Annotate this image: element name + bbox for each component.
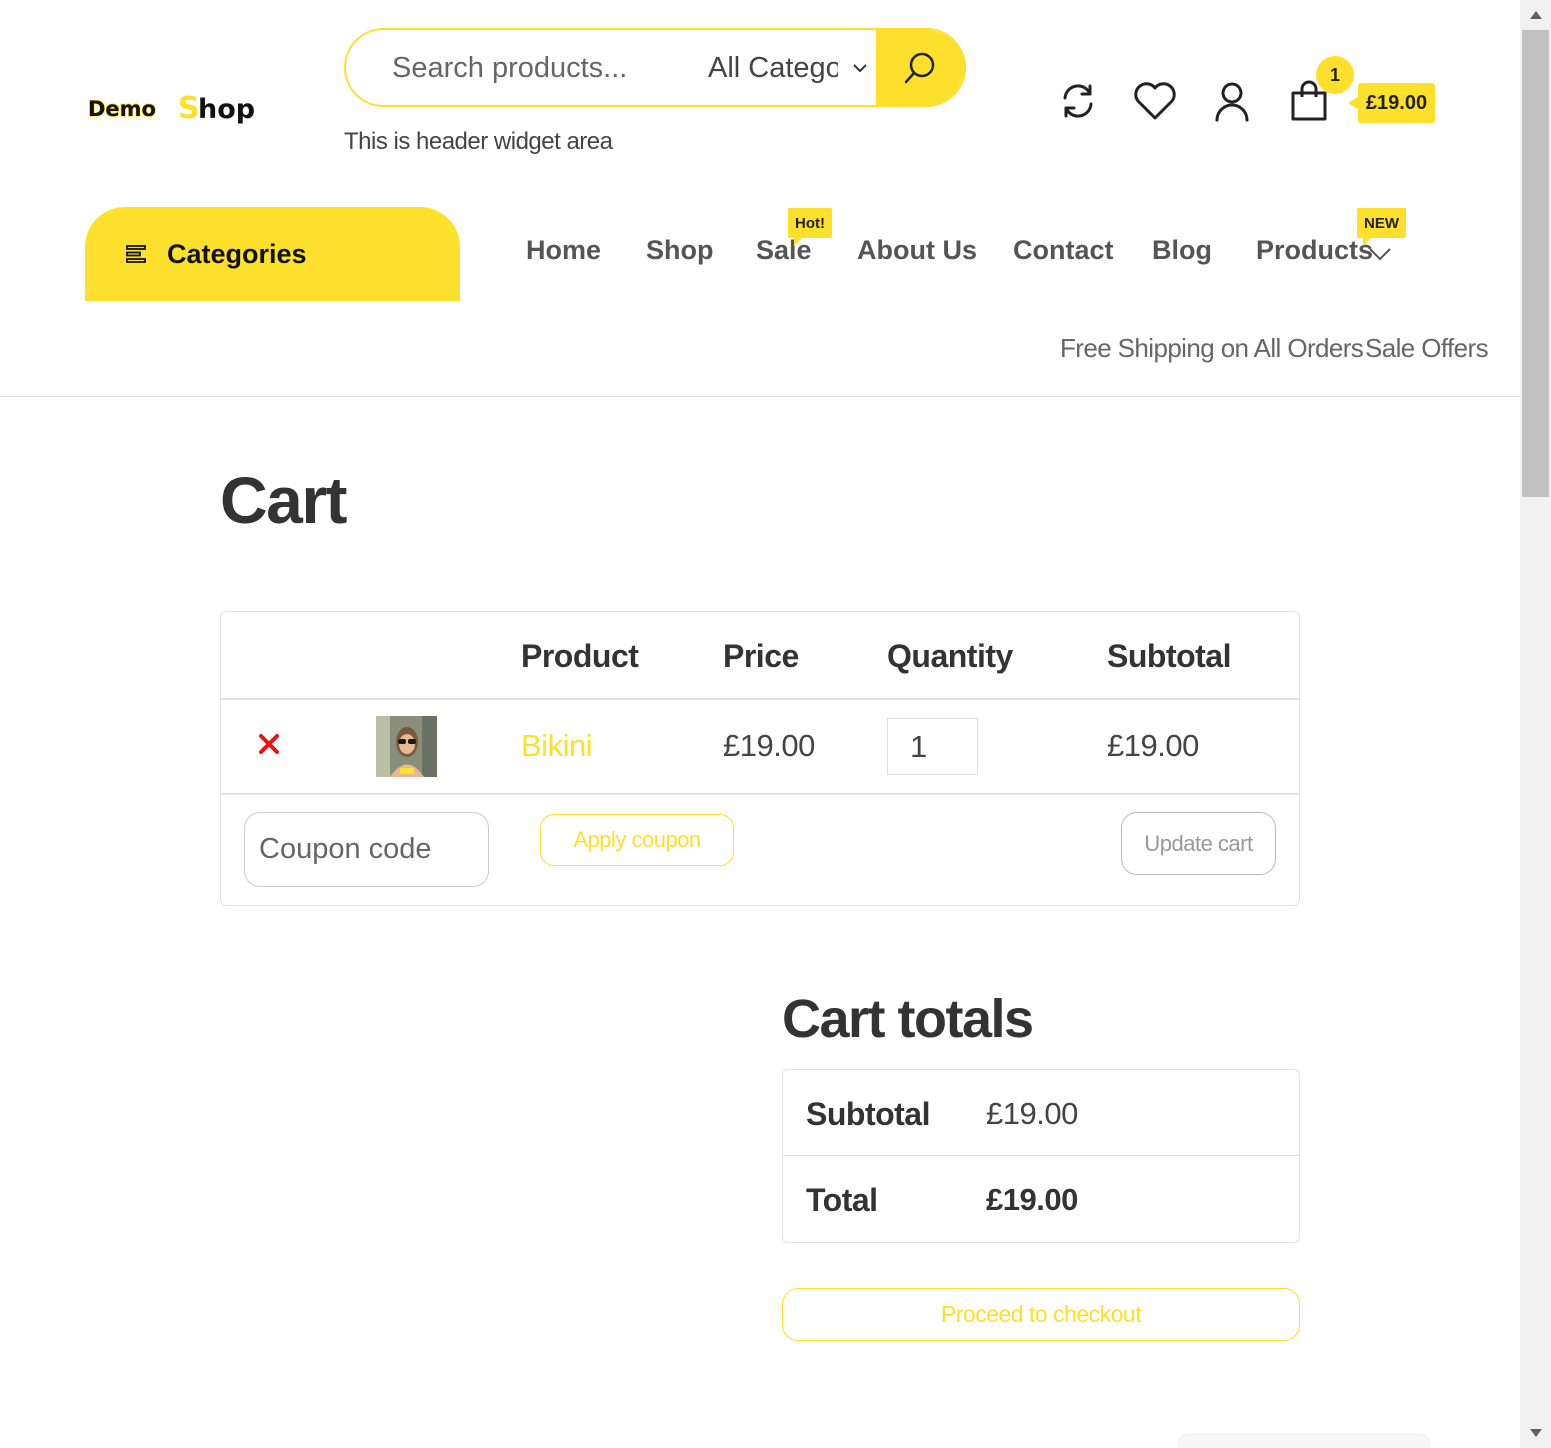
bottom-partial-element xyxy=(1178,1434,1430,1448)
nav-about-us[interactable]: About Us xyxy=(857,235,977,266)
logo-graphic: Demo S hop xyxy=(88,91,255,126)
product-subtotal: £19.00 xyxy=(1107,728,1199,763)
arrow-down-icon xyxy=(1529,1429,1542,1437)
apply-coupon-button[interactable]: Apply coupon xyxy=(540,814,734,866)
nav-sale[interactable]: Sale xyxy=(756,235,812,266)
top-link-free-shipping[interactable]: Free Shipping on All Orders xyxy=(1060,333,1364,364)
search-button[interactable] xyxy=(876,30,964,105)
cart-table: Product Price Quantity Subtotal Bikini £… xyxy=(220,611,1300,906)
nav-contact[interactable]: Contact xyxy=(1013,235,1114,266)
subtotal-value: £19.00 xyxy=(986,1096,1078,1131)
cart-totals-table: Subtotal £19.00 Total £19.00 xyxy=(782,1069,1300,1243)
scrollbar-thumb[interactable] xyxy=(1522,30,1549,497)
page: Demo S hop All Categories This is header… xyxy=(0,0,1520,1448)
account-button[interactable] xyxy=(1207,76,1257,126)
category-select[interactable]: All Categories xyxy=(708,48,878,88)
update-cart-button[interactable]: Update cart xyxy=(1121,812,1276,875)
categories-label: Categories xyxy=(167,238,307,269)
total-label: Total xyxy=(806,1182,878,1218)
table-divider xyxy=(221,793,1299,795)
coupon-code-input[interactable] xyxy=(244,812,489,887)
column-header-product: Product xyxy=(521,638,639,674)
nav-shop[interactable]: Shop xyxy=(646,235,714,266)
chevron-down-icon xyxy=(853,64,867,73)
column-header-price: Price xyxy=(723,638,799,674)
search-bar: All Categories xyxy=(344,28,966,107)
categories-button[interactable]: Categories xyxy=(85,207,460,301)
svg-text:S: S xyxy=(178,91,200,126)
compare-button[interactable] xyxy=(1053,76,1103,126)
heart-icon xyxy=(1134,82,1176,120)
cart-total-badge[interactable]: £19.00 xyxy=(1348,83,1435,123)
cart-totals-title: Cart totals xyxy=(782,989,1034,1049)
page-title: Cart xyxy=(220,463,348,537)
menu-icon xyxy=(126,245,146,263)
nav-home[interactable]: Home xyxy=(526,235,601,266)
search-icon xyxy=(904,52,935,83)
nav-products[interactable]: Products xyxy=(1256,235,1373,266)
proceed-to-checkout-button[interactable]: Proceed to checkout xyxy=(782,1288,1300,1341)
remove-item-icon[interactable] xyxy=(257,732,281,756)
refresh-icon xyxy=(1063,84,1093,118)
chevron-down-icon[interactable] xyxy=(1368,244,1392,264)
search-input[interactable] xyxy=(392,48,692,88)
scroll-down-button[interactable] xyxy=(1520,1418,1551,1448)
logo[interactable]: Demo S hop xyxy=(88,88,268,132)
column-header-quantity: Quantity xyxy=(887,638,1013,674)
quantity-input[interactable] xyxy=(887,718,978,775)
product-name-link[interactable]: Bikini xyxy=(521,728,593,764)
table-divider xyxy=(221,698,1299,700)
header-widget-text: This is header widget area xyxy=(344,128,613,155)
product-price: £19.00 xyxy=(723,728,815,763)
scroll-up-button[interactable] xyxy=(1520,0,1551,30)
hot-badge: Hot! xyxy=(788,208,832,246)
svg-text:Demo: Demo xyxy=(88,97,156,121)
top-link-sale-offers[interactable]: Sale Offers xyxy=(1365,333,1489,364)
column-header-subtotal: Subtotal xyxy=(1107,638,1231,674)
product-thumbnail[interactable] xyxy=(376,716,437,777)
nav-blog[interactable]: Blog xyxy=(1152,235,1212,266)
arrow-up-icon xyxy=(1529,11,1542,19)
scrollbar[interactable] xyxy=(1520,0,1551,1448)
user-icon xyxy=(1215,82,1249,122)
cart-count-badge: 1 xyxy=(1316,56,1354,94)
header-divider xyxy=(0,396,1520,397)
total-value: £19.00 xyxy=(986,1182,1078,1217)
totals-divider xyxy=(783,1155,1299,1156)
wishlist-button[interactable] xyxy=(1130,76,1180,126)
category-select-value: All Categories xyxy=(708,51,838,84)
subtotal-label: Subtotal xyxy=(806,1096,930,1132)
new-badge: NEW xyxy=(1357,208,1406,246)
svg-text:hop: hop xyxy=(198,94,255,125)
product-image xyxy=(376,716,437,777)
